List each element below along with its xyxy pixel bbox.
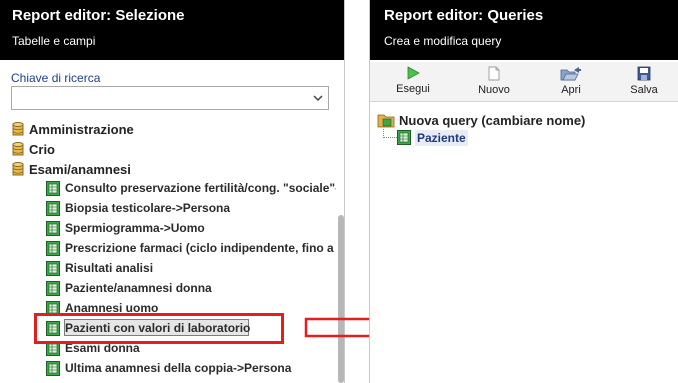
tree-category-label: Esami/anamnesi: [29, 161, 131, 177]
tree-connector: [383, 129, 397, 138]
tree-table-item[interactable]: Ultima anamnesi della coppia->Persona: [46, 359, 336, 377]
save-button-label: Salva: [630, 84, 658, 96]
run-button[interactable]: Esegui: [389, 66, 437, 100]
table-sheet-icon: [46, 240, 60, 256]
database-cylinder-icon: [12, 161, 24, 175]
query-toolbar: Esegui Nuovo Apri Salva: [370, 62, 678, 102]
tree-table-label: Consulto preservazione fertilità/cong. "…: [65, 181, 336, 195]
tree-table-item[interactable]: Risultati analisi: [46, 259, 336, 277]
tree-category-amministrazione[interactable]: Amministrazione: [12, 120, 134, 138]
table-sheet-icon: [397, 130, 411, 145]
query-tree-child[interactable]: Paziente: [397, 129, 468, 146]
tree-category-crio[interactable]: Crio: [12, 140, 55, 158]
table-sheet-icon: [46, 360, 60, 376]
new-button-label: Nuovo: [478, 84, 510, 96]
queries-panel: Report editor: Queries Crea e modifica q…: [369, 0, 678, 383]
open-button-label: Apri: [561, 84, 581, 96]
queries-panel-title: Report editor: Queries: [384, 7, 544, 24]
table-sheet-icon: [46, 260, 60, 276]
scrollbar-thumb[interactable]: [338, 215, 344, 383]
new-button[interactable]: Nuovo: [470, 66, 518, 100]
tree-category-esami-anamnesi[interactable]: Esami/anamnesi: [12, 160, 131, 178]
tree-table-item[interactable]: Prescrizione farmaci (ciclo indipendente…: [46, 239, 336, 257]
query-root-label: Nuova query (cambiare nome): [399, 112, 586, 128]
tree-category-label: Crio: [29, 141, 55, 157]
tree-scrollbar[interactable]: [337, 115, 345, 383]
tree-table-item[interactable]: Paziente/anamnesi donna: [46, 279, 336, 297]
query-folder-icon: [377, 114, 395, 128]
table-sheet-icon: [46, 220, 60, 236]
tree-table-label: Spermiogramma->Uomo: [65, 221, 205, 235]
run-button-label: Esegui: [396, 83, 430, 95]
selection-panel-header: Report editor: Selezione Tabelle e campi: [0, 0, 344, 60]
tree-table-label: Biopsia testicolare->Persona: [65, 201, 231, 215]
tree-table-item[interactable]: Consulto preservazione fertilità/cong. "…: [46, 179, 336, 197]
search-key-select[interactable]: [11, 86, 329, 110]
highlight-annotation-box: [34, 313, 284, 344]
database-cylinder-icon: [12, 121, 24, 135]
table-sheet-icon: [46, 200, 60, 216]
open-button[interactable]: Apri: [547, 66, 595, 100]
tree-table-item[interactable]: Biopsia testicolare->Persona: [46, 199, 336, 217]
floppy-disk-icon: [637, 66, 651, 81]
table-sheet-icon: [46, 180, 60, 196]
database-cylinder-icon: [12, 141, 24, 155]
table-sheet-icon: [46, 280, 60, 296]
selection-panel-subtitle: Tabelle e campi: [12, 34, 96, 48]
open-folder-icon: [560, 67, 581, 81]
tree-table-label: Ultima anamnesi della coppia->Persona: [65, 361, 292, 375]
search-label: Chiave di ricerca: [11, 71, 101, 85]
new-document-icon: [488, 66, 500, 81]
play-icon: [407, 66, 420, 80]
queries-panel-subtitle: Crea e modifica query: [384, 34, 502, 48]
query-tree-root[interactable]: Nuova query (cambiare nome): [377, 111, 585, 129]
chevron-down-icon[interactable]: [312, 92, 324, 104]
tree-table-label: Risultati analisi: [65, 261, 154, 275]
tree-table-label: Paziente/anamnesi donna: [65, 281, 212, 295]
tree-table-label: Prescrizione farmaci (ciclo indipendente…: [65, 241, 336, 255]
selection-panel-title: Report editor: Selezione: [12, 7, 185, 24]
tree-table-item[interactable]: Spermiogramma->Uomo: [46, 219, 336, 237]
save-button[interactable]: Salva: [620, 66, 668, 100]
queries-panel-header: Report editor: Queries Crea e modifica q…: [370, 0, 678, 60]
panel-gap: [345, 0, 369, 383]
query-child-label: Paziente: [415, 129, 468, 146]
tree-category-label: Amministrazione: [29, 121, 134, 137]
